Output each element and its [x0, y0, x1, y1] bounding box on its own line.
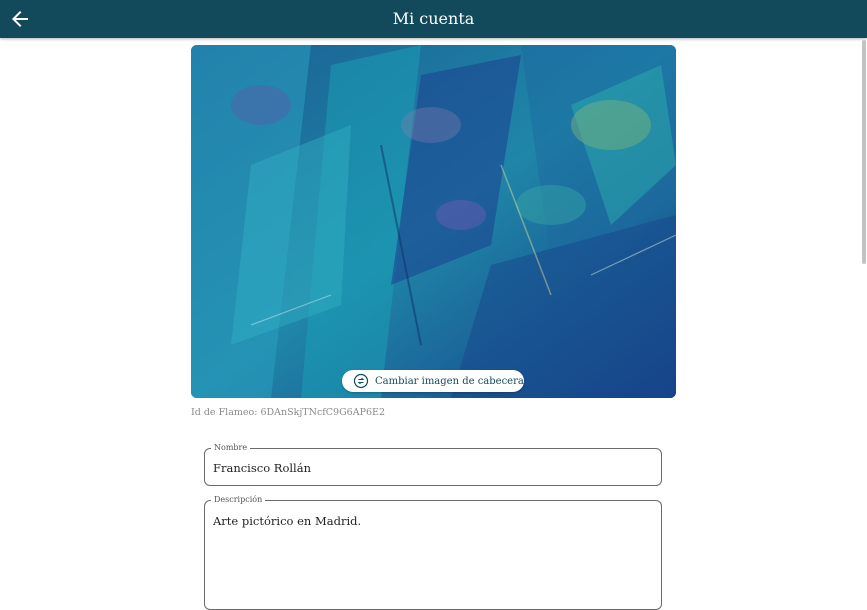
- swap-icon: [353, 373, 369, 389]
- change-header-image-button[interactable]: Cambiar imagen de cabecera: [342, 370, 524, 392]
- scrollbar[interactable]: [860, 38, 867, 586]
- app-bar: Mi cuenta: [0, 0, 867, 38]
- name-field[interactable]: Nombre Francisco Rollán: [204, 443, 662, 486]
- name-field-value[interactable]: Francisco Rollán: [213, 461, 311, 475]
- change-header-image-label: Cambiar imagen de cabecera: [375, 375, 524, 387]
- description-field[interactable]: Descripción Arte pictórico en Madrid.: [204, 495, 662, 610]
- scrollbar-thumb[interactable]: [862, 40, 866, 264]
- name-field-label: Nombre: [211, 443, 251, 453]
- description-field-label: Descripción: [211, 495, 266, 505]
- description-field-value[interactable]: Arte pictórico en Madrid.: [213, 514, 361, 528]
- header-image: [191, 45, 676, 398]
- page-title: Mi cuenta: [392, 9, 475, 28]
- flameo-id-text: Id de Flameo: 6DAnSkjTNcfC9G6AP6E2: [191, 407, 385, 418]
